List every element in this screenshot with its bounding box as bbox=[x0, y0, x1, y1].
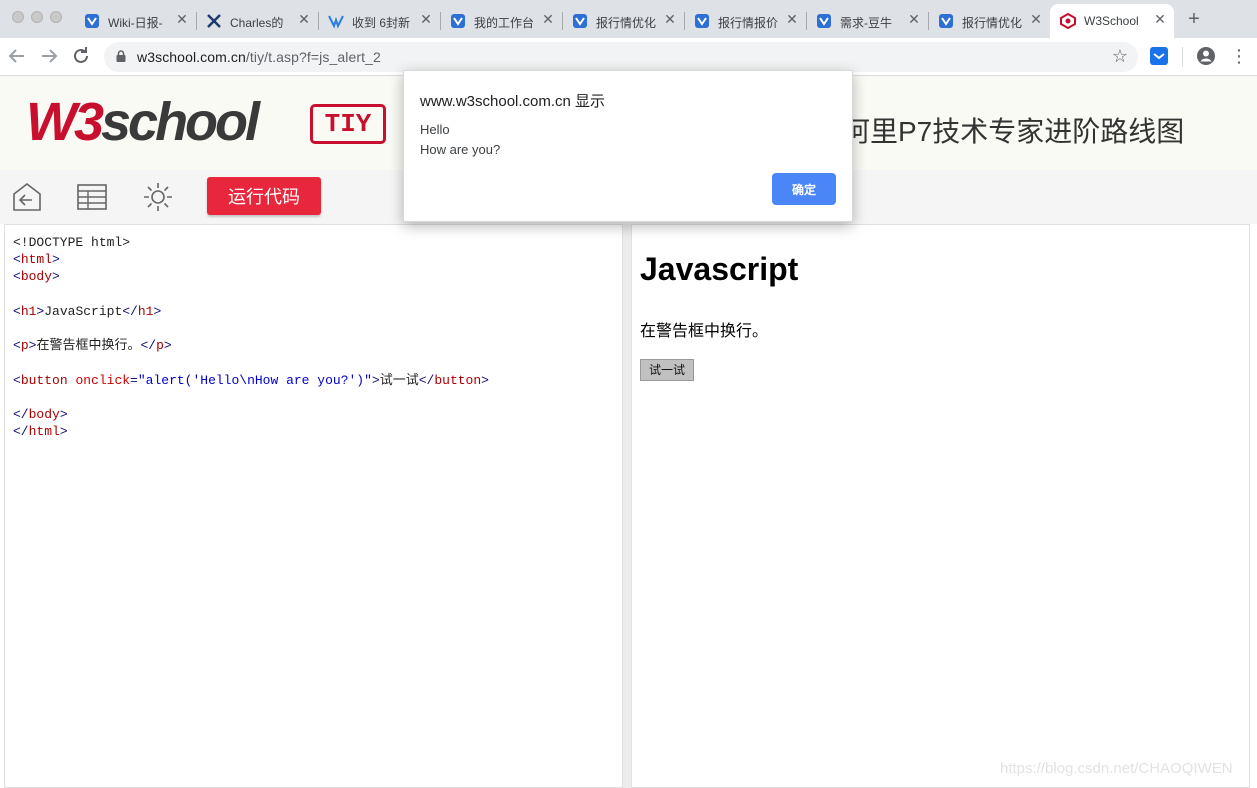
promo-banner-text[interactable]: 阿里P7技术专家进阶路线图 bbox=[842, 110, 1184, 150]
tab-title: 我的工作台 bbox=[474, 16, 535, 30]
confluence-icon bbox=[85, 14, 99, 28]
code-doctype: <!DOCTYPE html> bbox=[13, 235, 131, 250]
tab-title: Charles的 bbox=[230, 16, 284, 30]
forward-arrow-icon[interactable] bbox=[37, 44, 61, 68]
tab-close-icon[interactable]: ✕ bbox=[540, 11, 556, 27]
back-arrow-icon[interactable] bbox=[5, 44, 29, 68]
window-zoom-control[interactable] bbox=[50, 11, 62, 23]
tab-title: 报行情优化 bbox=[596, 16, 657, 30]
home-back-icon[interactable] bbox=[10, 180, 44, 214]
browser-tab-strip: Wiki-日报- ✕ Charles的 ✕ 收到 6封新 ✕ 我的工作台 ✕ 报… bbox=[0, 0, 1257, 38]
charles-icon bbox=[207, 14, 221, 28]
address-bar[interactable]: w3school.com.cn/tiy/t.asp?f=js_alert_2 ☆ bbox=[104, 42, 1138, 72]
tab-title: Wiki-日报- bbox=[108, 16, 163, 30]
confluence-icon bbox=[939, 14, 953, 28]
tab-close-icon[interactable]: ✕ bbox=[418, 11, 434, 27]
url-text: w3school.com.cn/tiy/t.asp?f=js_alert_2 bbox=[137, 49, 381, 65]
tab-title: W3School bbox=[1084, 14, 1139, 28]
tab-close-icon[interactable]: ✕ bbox=[784, 11, 800, 27]
alert-dialog: www.w3school.com.cn 显示 Hello How are you… bbox=[403, 70, 853, 222]
browser-tab[interactable]: 报行情优化 ✕ bbox=[562, 4, 685, 38]
confluence-icon bbox=[451, 14, 465, 28]
browser-tab[interactable]: 收到 6封新 ✕ bbox=[318, 4, 441, 38]
run-code-button[interactable]: 运行代码 bbox=[207, 177, 321, 215]
dialog-message-line: Hello bbox=[420, 122, 450, 137]
profile-avatar-icon[interactable] bbox=[1196, 46, 1216, 66]
lock-icon bbox=[116, 50, 126, 62]
browser-tab[interactable]: 报行情报价 ✕ bbox=[684, 4, 807, 38]
preview-heading: Javascript bbox=[640, 251, 799, 287]
confluence-icon bbox=[695, 14, 709, 28]
reload-icon[interactable] bbox=[69, 44, 93, 68]
confluence-icon bbox=[573, 14, 587, 28]
logo-school: school bbox=[101, 92, 260, 152]
url-host: w3school.com.cn bbox=[137, 49, 246, 65]
new-tab-icon[interactable]: + bbox=[1183, 8, 1205, 30]
window-minimize-control[interactable] bbox=[31, 11, 43, 23]
logo-w3: W3 bbox=[26, 92, 104, 152]
tab-close-icon[interactable]: ✕ bbox=[1028, 11, 1044, 27]
extension-icon[interactable] bbox=[1150, 47, 1168, 65]
tab-close-icon[interactable]: ✕ bbox=[296, 11, 312, 27]
browser-tab[interactable]: Wiki-日报- ✕ bbox=[74, 4, 197, 38]
mail-icon bbox=[328, 15, 344, 29]
bookmark-star-icon[interactable]: ☆ bbox=[1112, 46, 1128, 67]
tab-close-icon[interactable]: ✕ bbox=[662, 11, 678, 27]
code-button-text: 试一试 bbox=[379, 372, 419, 388]
w3school-logo[interactable]: W3school bbox=[26, 92, 260, 152]
browser-tab[interactable]: 需求-豆牛 ✕ bbox=[806, 4, 929, 38]
code-onclick-value: "alert('Hello\nHow are you?')" bbox=[137, 372, 372, 388]
url-path: /tiy/t.asp?f=js_alert_2 bbox=[245, 49, 381, 65]
code-editor[interactable]: <!DOCTYPE html> <html> <body> <h1>JavaSc… bbox=[4, 224, 623, 788]
browser-tab[interactable]: Charles的 ✕ bbox=[196, 4, 319, 38]
browser-tab-active[interactable]: W3School ✕ bbox=[1050, 4, 1174, 38]
tab-close-icon[interactable]: ✕ bbox=[1152, 11, 1168, 27]
tab-title: 收到 6封新 bbox=[352, 16, 411, 30]
tab-title: 报行情优化 bbox=[962, 16, 1023, 30]
dialog-ok-button[interactable]: 确定 bbox=[772, 173, 836, 205]
theme-sun-icon[interactable] bbox=[141, 180, 175, 214]
browser-tab[interactable]: 我的工作台 ✕ bbox=[440, 4, 563, 38]
result-preview: Javascript 在警告框中换行。 试一试 bbox=[631, 224, 1250, 788]
csdn-watermark: https://blog.csdn.net/CHAOQIWEN bbox=[1000, 760, 1233, 777]
dialog-message-line: How are you? bbox=[420, 142, 501, 157]
dialog-message: Hello How are you? bbox=[420, 120, 500, 160]
code-h1-text: JavaScript bbox=[44, 303, 123, 319]
kebab-menu-icon[interactable]: ⋮ bbox=[1230, 45, 1248, 67]
layout-icon[interactable] bbox=[75, 180, 109, 214]
browser-tab[interactable]: 报行情优化 ✕ bbox=[928, 4, 1050, 38]
w3school-icon bbox=[1060, 13, 1076, 29]
tab-close-icon[interactable]: ✕ bbox=[906, 11, 922, 27]
preview-paragraph: 在警告框中换行。 bbox=[640, 323, 769, 340]
pane-divider[interactable] bbox=[623, 224, 631, 788]
code-p-text: 在警告框中换行。 bbox=[36, 338, 141, 354]
tab-title: 报行情报价 bbox=[718, 16, 779, 30]
tab-title: 需求-豆牛 bbox=[840, 16, 892, 30]
toolbar-separator bbox=[1182, 47, 1183, 67]
tab-close-icon[interactable]: ✕ bbox=[174, 11, 190, 27]
dialog-origin: www.w3school.com.cn 显示 bbox=[420, 93, 606, 110]
tiy-badge: TIY bbox=[310, 104, 386, 144]
try-it-button[interactable]: 试一试 bbox=[640, 359, 695, 381]
window-close-control[interactable] bbox=[12, 11, 24, 23]
confluence-icon bbox=[817, 14, 831, 28]
